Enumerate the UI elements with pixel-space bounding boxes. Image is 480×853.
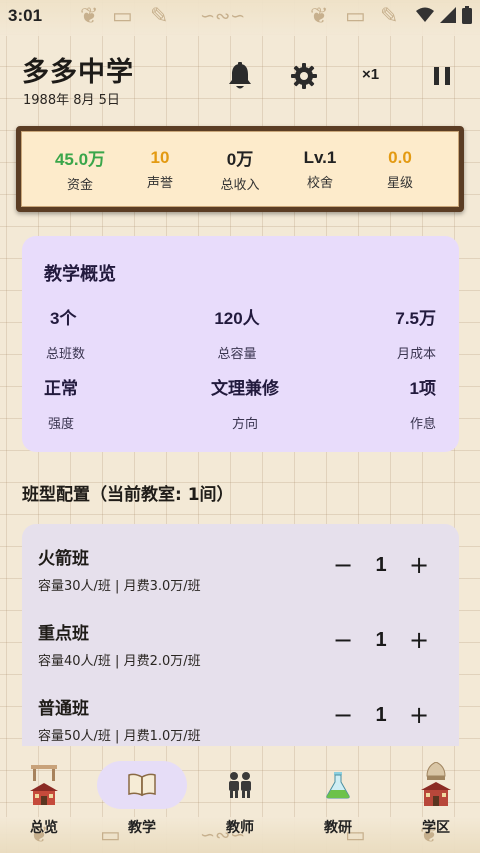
class-count-value: 1: [375, 703, 387, 726]
stat-value: 45.0万: [54, 150, 106, 169]
overview-intensity: 正常 强度: [44, 374, 164, 432]
stat-total-income: 0万 总收入: [212, 145, 268, 193]
class-count-stepper: − 1 +: [331, 553, 431, 577]
district-icon: [421, 762, 451, 806]
overview-total-classes: 3个 总班数: [46, 304, 166, 362]
stat-campus: Lv.1 校舍: [292, 148, 348, 191]
gear-icon: [291, 63, 317, 89]
class-desc: 容量30人/班 | 月费3.0万/班: [38, 579, 201, 594]
overview-label: 强度: [48, 417, 75, 432]
class-count-stepper: − 1 +: [331, 628, 431, 652]
notifications-button[interactable]: [222, 58, 258, 94]
wifi-icon: [416, 7, 434, 22]
nav-label: 学区: [422, 820, 450, 836]
stat-label: 校舍: [306, 175, 333, 191]
game-speed-button[interactable]: ×1: [362, 66, 379, 83]
increment-button[interactable]: +: [407, 628, 431, 652]
overview-schedule: 1项 作息: [316, 374, 436, 432]
class-count-value: 1: [375, 628, 387, 651]
class-count-value: 1: [375, 553, 387, 576]
overview-label: 总容量: [217, 347, 257, 362]
overview-value: 120人: [214, 309, 260, 328]
overview-value: 正常: [44, 379, 78, 398]
nav-label: 教学: [128, 820, 156, 836]
cellular-signal-icon: [440, 7, 456, 23]
class-name: 火箭班: [38, 549, 89, 569]
nav-tab-teaching[interactable]: 教学: [94, 747, 190, 843]
open-book-icon: [128, 773, 156, 797]
class-name: 普通班: [38, 699, 89, 719]
teachers-icon: [229, 772, 251, 798]
stat-funds: 45.0万 资金: [52, 145, 108, 193]
nav-label: 教研: [324, 820, 352, 836]
stat-reputation: 10 声誉: [132, 148, 188, 191]
class-row-rocket: 火箭班 容量30人/班 | 月费3.0万/班 − 1 +: [22, 544, 459, 614]
battery-icon: [462, 6, 472, 24]
overview-title: 教学概览: [44, 264, 116, 285]
increment-button[interactable]: +: [407, 703, 431, 727]
nav-tab-district[interactable]: 学区: [388, 747, 480, 843]
nav-label: 总览: [30, 820, 58, 836]
nav-tab-research[interactable]: 教研: [290, 747, 386, 843]
overview-value: 文理兼修: [211, 379, 279, 398]
pause-button[interactable]: [424, 58, 460, 94]
stat-label: 星级: [386, 175, 413, 191]
stats-panel-inner: 45.0万 资金 10 声誉 0万 总收入 Lv.1 校舍 0.0 星级: [21, 131, 459, 207]
school-building-icon: [30, 765, 58, 805]
status-bar: 3:01: [0, 0, 480, 32]
stat-value: 0万: [226, 150, 254, 169]
class-desc: 容量50人/班 | 月费1.0万/班: [38, 729, 201, 744]
pause-icon: [434, 67, 450, 85]
overview-label: 作息: [409, 417, 436, 432]
overview-value: 1项: [409, 379, 436, 398]
stat-value: Lv.1: [303, 147, 337, 167]
teaching-overview-card: 教学概览 3个 总班数 120人 总容量 7.5万 月成本 正常 强度 文理兼修…: [22, 236, 459, 452]
overview-total-capacity: 120人 总容量: [177, 304, 297, 362]
class-desc: 容量40人/班 | 月费2.0万/班: [38, 654, 201, 669]
stat-value: 10: [150, 147, 170, 167]
overview-label: 总班数: [46, 347, 86, 362]
nav-label: 教师: [226, 820, 254, 836]
settings-button[interactable]: [286, 58, 322, 94]
overview-monthly-cost: 7.5万 月成本: [316, 304, 436, 362]
stat-star-rating: 0.0 星级: [372, 148, 428, 191]
nav-tab-overview[interactable]: 总览: [0, 747, 92, 843]
game-date: 1988年 8月 5日: [23, 93, 120, 108]
overview-value: 7.5万: [395, 309, 436, 328]
stat-label: 总收入: [220, 178, 260, 193]
clock: 3:01: [8, 6, 43, 25]
class-count-stepper: − 1 +: [331, 703, 431, 727]
decrement-button[interactable]: −: [331, 703, 355, 727]
stat-value: 0.0: [388, 147, 412, 167]
overview-label: 月成本: [396, 347, 436, 362]
stat-label: 声誉: [146, 175, 173, 191]
class-name: 重点班: [38, 624, 89, 644]
nav-icon-wrap: [97, 761, 187, 809]
nav-icon-wrap: [0, 761, 89, 809]
decrement-button[interactable]: −: [331, 553, 355, 577]
class-row-key: 重点班 容量40人/班 | 月费2.0万/班 − 1 +: [22, 619, 459, 689]
increment-button[interactable]: +: [407, 553, 431, 577]
nav-icon-wrap: [391, 761, 480, 809]
bell-icon: [229, 62, 251, 89]
overview-direction: 文理兼修 方向: [185, 374, 305, 432]
bottom-nav: 总览 教学 教师 教研 学区: [0, 747, 480, 853]
status-icons: [416, 6, 472, 24]
nav-tab-teachers[interactable]: 教师: [192, 747, 288, 843]
decrement-button[interactable]: −: [331, 628, 355, 652]
stat-label: 资金: [66, 178, 93, 193]
class-config-title: 班型配置（当前教室: 1间）: [22, 485, 234, 505]
flask-icon: [326, 772, 350, 799]
nav-icon-wrap: [293, 761, 383, 809]
stats-panel: 45.0万 资金 10 声誉 0万 总收入 Lv.1 校舍 0.0 星级: [16, 126, 464, 212]
nav-icon-wrap: [195, 761, 285, 809]
class-config-card: 火箭班 容量30人/班 | 月费3.0万/班 − 1 + 重点班 容量40人/班…: [22, 524, 459, 746]
overview-label: 方向: [231, 417, 258, 432]
school-name: 多多中学: [22, 57, 134, 88]
overview-value: 3个: [50, 309, 77, 328]
class-row-regular: 普通班 容量50人/班 | 月费1.0万/班 − 1 +: [22, 694, 459, 746]
